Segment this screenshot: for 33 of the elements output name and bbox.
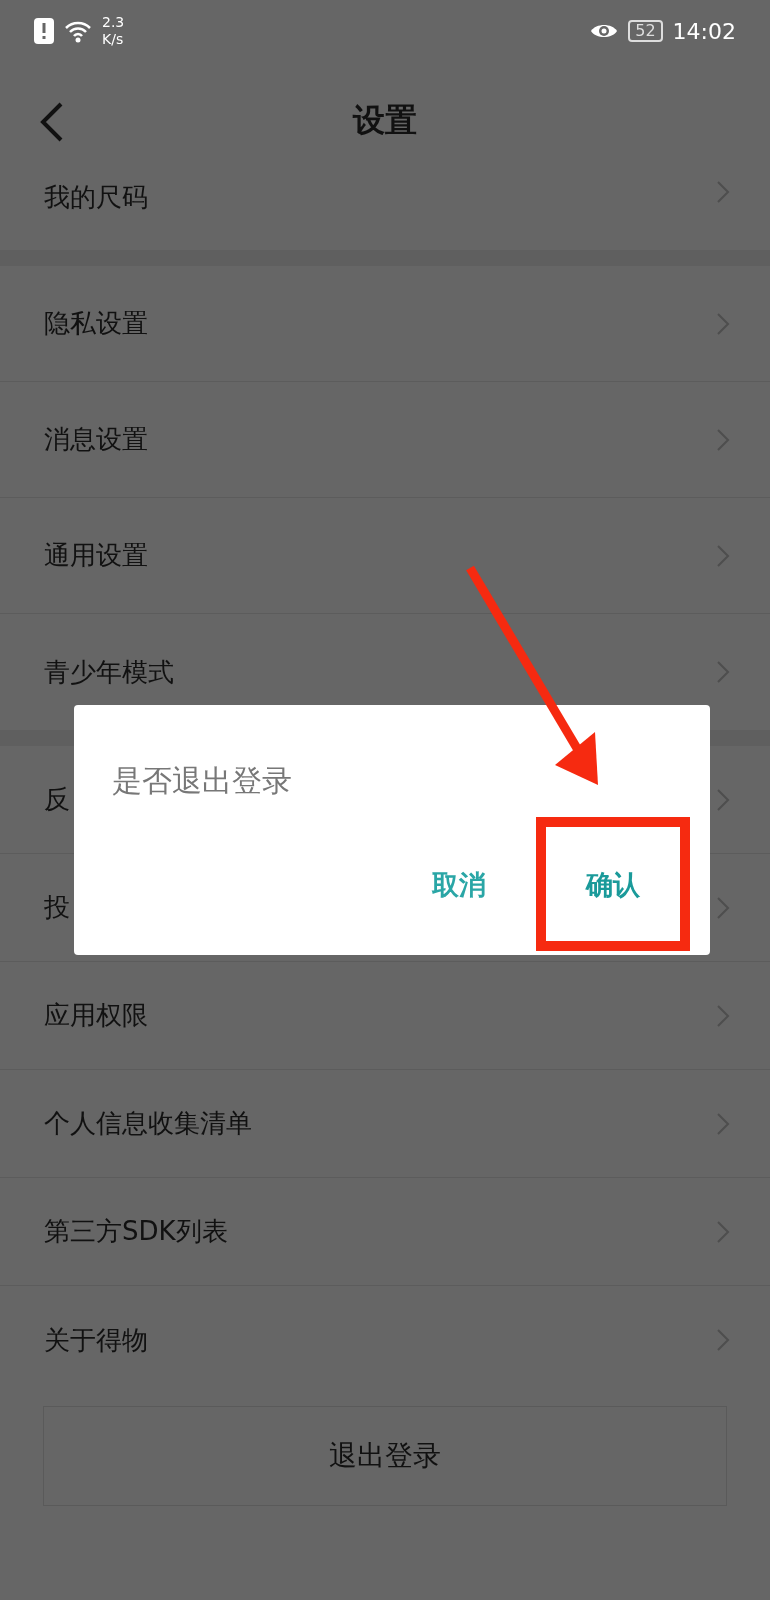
settings-item[interactable]: 通用设置: [44, 538, 148, 573]
settings-item[interactable]: 隐私设置: [44, 306, 148, 341]
chevron-right-icon: [716, 1328, 730, 1352]
chevron-right-icon: [716, 895, 730, 920]
page-title: 设置: [353, 100, 417, 141]
settings-item[interactable]: 青少年模式: [44, 654, 174, 690]
network-speed-value: 2.3: [102, 14, 125, 31]
alert-icon: [34, 18, 54, 44]
settings-item[interactable]: 消息设置: [44, 422, 148, 457]
settings-item[interactable]: 关于得物: [44, 1322, 148, 1358]
settings-item[interactable]: 应用权限: [44, 998, 148, 1033]
chevron-right-icon: [716, 660, 730, 684]
logout-button[interactable]: 退出登录: [43, 1406, 727, 1506]
chevron-right-icon: [716, 180, 730, 204]
network-speed-unit: K/s: [102, 31, 125, 48]
settings-item[interactable]: 反: [44, 782, 70, 817]
dialog-button[interactable]: 确认: [586, 867, 640, 903]
dialog-message: 是否退出登录: [112, 762, 293, 800]
settings-item[interactable]: 第三方SDK列表: [44, 1214, 228, 1249]
clock-time: 14:02: [672, 18, 736, 44]
battery-indicator: 52: [628, 20, 663, 42]
dialog-button[interactable]: 取消: [432, 867, 486, 903]
chevron-right-icon: [716, 427, 730, 452]
settings-item[interactable]: 个人信息收集清单: [44, 1106, 252, 1141]
settings-item[interactable]: 我的尺码: [44, 180, 148, 215]
chevron-right-icon: [716, 1219, 730, 1244]
chevron-right-icon: [716, 1111, 730, 1136]
settings-item[interactable]: 投: [44, 890, 70, 925]
chevron-right-icon: [716, 543, 730, 568]
chevron-right-icon: [716, 311, 730, 336]
chevron-right-icon: [716, 787, 730, 812]
chevron-right-icon: [716, 1003, 730, 1028]
wifi-icon: [64, 19, 92, 43]
